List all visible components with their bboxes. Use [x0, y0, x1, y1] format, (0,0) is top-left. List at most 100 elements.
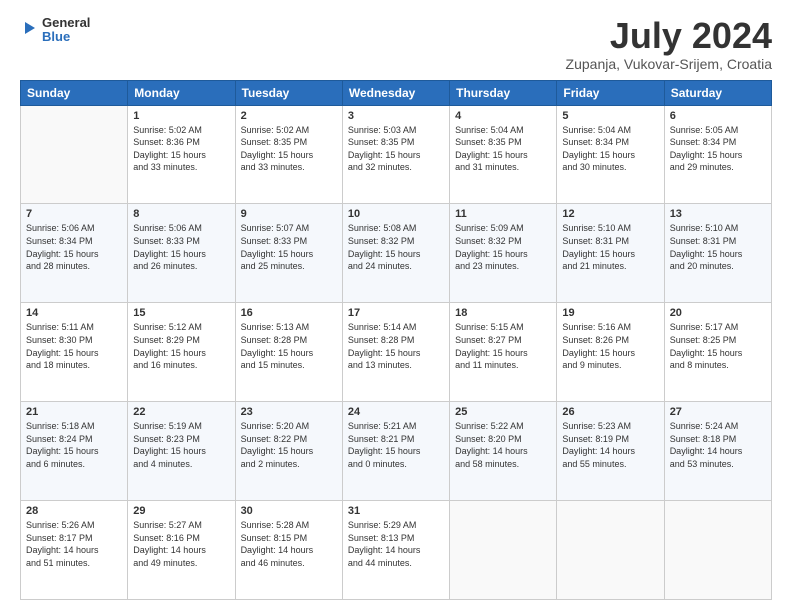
- day-number: 10: [348, 208, 444, 220]
- title-block: July 2024 Zupanja, Vukovar-Srijem, Croat…: [566, 16, 772, 72]
- day-cell-w5-d2: 29 Sunrise: 5:27 AM Sunset: 8:16 PM Dayli…: [128, 501, 235, 600]
- day-number: 23: [241, 406, 337, 418]
- day-number: 12: [562, 208, 658, 220]
- day-info: Sunrise: 5:03 AM Sunset: 8:35 PM Dayligh…: [348, 124, 444, 174]
- day-cell-w4-d3: 23 Sunrise: 5:20 AM Sunset: 8:22 PM Dayli…: [235, 402, 342, 501]
- day-cell-w4-d6: 26 Sunrise: 5:23 AM Sunset: 8:19 PM Dayli…: [557, 402, 664, 501]
- day-cell-w3-d6: 19 Sunrise: 5:16 AM Sunset: 8:26 PM Dayli…: [557, 303, 664, 402]
- calendar-table: Sunday Monday Tuesday Wednesday Thursday…: [20, 80, 772, 600]
- week-row-5: 28Sunrise: 5:26 AM Sunset: 8:17 PM Dayli…: [21, 501, 772, 600]
- day-number: 9: [241, 208, 337, 220]
- day-cell-w5-d7: [664, 501, 771, 600]
- day-number: 27: [670, 406, 766, 418]
- day-cell-w5-d6: [557, 501, 664, 600]
- day-number: 14: [26, 307, 122, 319]
- day-info: Sunrise: 5:05 AM Sunset: 8:34 PM Dayligh…: [670, 124, 766, 174]
- day-info: Sunrise: 5:21 AM Sunset: 8:21 PM Dayligh…: [348, 420, 444, 470]
- day-info: Sunrise: 5:20 AM Sunset: 8:22 PM Dayligh…: [241, 420, 337, 470]
- day-number: 16: [241, 307, 337, 319]
- day-info: Sunrise: 5:11 AM Sunset: 8:30 PM Dayligh…: [26, 321, 122, 371]
- logo-arrow-icon: [20, 19, 38, 42]
- day-number: 3: [348, 110, 444, 122]
- subtitle: Zupanja, Vukovar-Srijem, Croatia: [566, 56, 772, 72]
- day-number: 15: [133, 307, 229, 319]
- day-number: 29: [133, 505, 229, 517]
- day-cell-w1-d6: 5 Sunrise: 5:04 AM Sunset: 8:34 PM Daylig…: [557, 105, 664, 204]
- week-row-3: 14 Sunrise: 5:11 AM Sunset: 8:30 PM Dayli…: [21, 303, 772, 402]
- day-number: 8: [133, 208, 229, 220]
- day-info: Sunrise: 5:24 AM Sunset: 8:18 PM Dayligh…: [670, 420, 766, 470]
- day-number: 6: [670, 110, 766, 122]
- day-cell-w4-d4: 24 Sunrise: 5:21 AM Sunset: 8:21 PM Dayli…: [342, 402, 449, 501]
- day-number: 26: [562, 406, 658, 418]
- day-number: 17: [348, 307, 444, 319]
- header-thursday: Thursday: [450, 80, 557, 105]
- day-cell-w5-d1: 28Sunrise: 5:26 AM Sunset: 8:17 PM Dayli…: [21, 501, 128, 600]
- day-cell-w1-d2: 1Sunrise: 5:02 AM Sunset: 8:36 PM Daylig…: [128, 105, 235, 204]
- day-info: Sunrise: 5:10 AM Sunset: 8:31 PM Dayligh…: [670, 222, 766, 272]
- day-info: Sunrise: 5:02 AM Sunset: 8:35 PM Dayligh…: [241, 124, 337, 174]
- day-number: 7: [26, 208, 122, 220]
- header-tuesday: Tuesday: [235, 80, 342, 105]
- day-info: Sunrise: 5:14 AM Sunset: 8:28 PM Dayligh…: [348, 321, 444, 371]
- day-info: Sunrise: 5:02 AM Sunset: 8:36 PM Dayligh…: [133, 124, 229, 174]
- page: General Blue July 2024 Zupanja, Vukovar-…: [0, 0, 792, 612]
- day-number: 22: [133, 406, 229, 418]
- day-cell-w4-d7: 27 Sunrise: 5:24 AM Sunset: 8:18 PM Dayli…: [664, 402, 771, 501]
- week-row-4: 21 Sunrise: 5:18 AM Sunset: 8:24 PM Dayli…: [21, 402, 772, 501]
- day-info: Sunrise: 5:16 AM Sunset: 8:26 PM Dayligh…: [562, 321, 658, 371]
- day-number: 18: [455, 307, 551, 319]
- day-info: Sunrise: 5:04 AM Sunset: 8:35 PM Dayligh…: [455, 124, 551, 174]
- day-cell-w5-d3: 30 Sunrise: 5:28 AM Sunset: 8:15 PM Dayli…: [235, 501, 342, 600]
- day-info: Sunrise: 5:06 AM Sunset: 8:34 PM Dayligh…: [26, 222, 122, 272]
- day-cell-w1-d4: 3 Sunrise: 5:03 AM Sunset: 8:35 PM Daylig…: [342, 105, 449, 204]
- day-info: Sunrise: 5:23 AM Sunset: 8:19 PM Dayligh…: [562, 420, 658, 470]
- header-friday: Friday: [557, 80, 664, 105]
- day-cell-w5-d5: [450, 501, 557, 600]
- header-monday: Monday: [128, 80, 235, 105]
- day-info: Sunrise: 5:13 AM Sunset: 8:28 PM Dayligh…: [241, 321, 337, 371]
- day-number: 30: [241, 505, 337, 517]
- week-row-1: 1Sunrise: 5:02 AM Sunset: 8:36 PM Daylig…: [21, 105, 772, 204]
- day-number: 4: [455, 110, 551, 122]
- day-info: Sunrise: 5:10 AM Sunset: 8:31 PM Dayligh…: [562, 222, 658, 272]
- day-cell-w3-d7: 20Sunrise: 5:17 AM Sunset: 8:25 PM Dayli…: [664, 303, 771, 402]
- day-info: Sunrise: 5:22 AM Sunset: 8:20 PM Dayligh…: [455, 420, 551, 470]
- day-cell-w2-d2: 8 Sunrise: 5:06 AM Sunset: 8:33 PM Daylig…: [128, 204, 235, 303]
- day-number: 5: [562, 110, 658, 122]
- day-cell-w3-d2: 15 Sunrise: 5:12 AM Sunset: 8:29 PM Dayli…: [128, 303, 235, 402]
- day-cell-w2-d4: 10Sunrise: 5:08 AM Sunset: 8:32 PM Dayli…: [342, 204, 449, 303]
- header-sunday: Sunday: [21, 80, 128, 105]
- day-info: Sunrise: 5:04 AM Sunset: 8:34 PM Dayligh…: [562, 124, 658, 174]
- day-info: Sunrise: 5:12 AM Sunset: 8:29 PM Dayligh…: [133, 321, 229, 371]
- day-cell-w2-d1: 7 Sunrise: 5:06 AM Sunset: 8:34 PM Daylig…: [21, 204, 128, 303]
- day-cell-w4-d5: 25 Sunrise: 5:22 AM Sunset: 8:20 PM Dayli…: [450, 402, 557, 501]
- day-number: 24: [348, 406, 444, 418]
- day-cell-w3-d1: 14 Sunrise: 5:11 AM Sunset: 8:30 PM Dayli…: [21, 303, 128, 402]
- weekday-header-row: Sunday Monday Tuesday Wednesday Thursday…: [21, 80, 772, 105]
- day-info: Sunrise: 5:07 AM Sunset: 8:33 PM Dayligh…: [241, 222, 337, 272]
- day-number: 11: [455, 208, 551, 220]
- day-info: Sunrise: 5:26 AM Sunset: 8:17 PM Dayligh…: [26, 519, 122, 569]
- day-number: 25: [455, 406, 551, 418]
- day-cell-w5-d4: 31Sunrise: 5:29 AM Sunset: 8:13 PM Dayli…: [342, 501, 449, 600]
- day-info: Sunrise: 5:18 AM Sunset: 8:24 PM Dayligh…: [26, 420, 122, 470]
- day-number: 31: [348, 505, 444, 517]
- logo: General Blue: [20, 16, 90, 45]
- day-info: Sunrise: 5:27 AM Sunset: 8:16 PM Dayligh…: [133, 519, 229, 569]
- day-cell-w2-d3: 9 Sunrise: 5:07 AM Sunset: 8:33 PM Daylig…: [235, 204, 342, 303]
- day-number: 21: [26, 406, 122, 418]
- day-number: 20: [670, 307, 766, 319]
- day-number: 13: [670, 208, 766, 220]
- day-info: Sunrise: 5:06 AM Sunset: 8:33 PM Dayligh…: [133, 222, 229, 272]
- week-row-2: 7 Sunrise: 5:06 AM Sunset: 8:34 PM Daylig…: [21, 204, 772, 303]
- day-cell-w3-d5: 18 Sunrise: 5:15 AM Sunset: 8:27 PM Dayli…: [450, 303, 557, 402]
- day-cell-w2-d7: 13 Sunrise: 5:10 AM Sunset: 8:31 PM Dayli…: [664, 204, 771, 303]
- day-cell-w3-d4: 17 Sunrise: 5:14 AM Sunset: 8:28 PM Dayli…: [342, 303, 449, 402]
- day-number: 19: [562, 307, 658, 319]
- day-info: Sunrise: 5:28 AM Sunset: 8:15 PM Dayligh…: [241, 519, 337, 569]
- day-cell-w4-d1: 21 Sunrise: 5:18 AM Sunset: 8:24 PM Dayli…: [21, 402, 128, 501]
- logo-line1: General: [42, 16, 90, 30]
- day-cell-w4-d2: 22Sunrise: 5:19 AM Sunset: 8:23 PM Dayli…: [128, 402, 235, 501]
- day-info: Sunrise: 5:15 AM Sunset: 8:27 PM Dayligh…: [455, 321, 551, 371]
